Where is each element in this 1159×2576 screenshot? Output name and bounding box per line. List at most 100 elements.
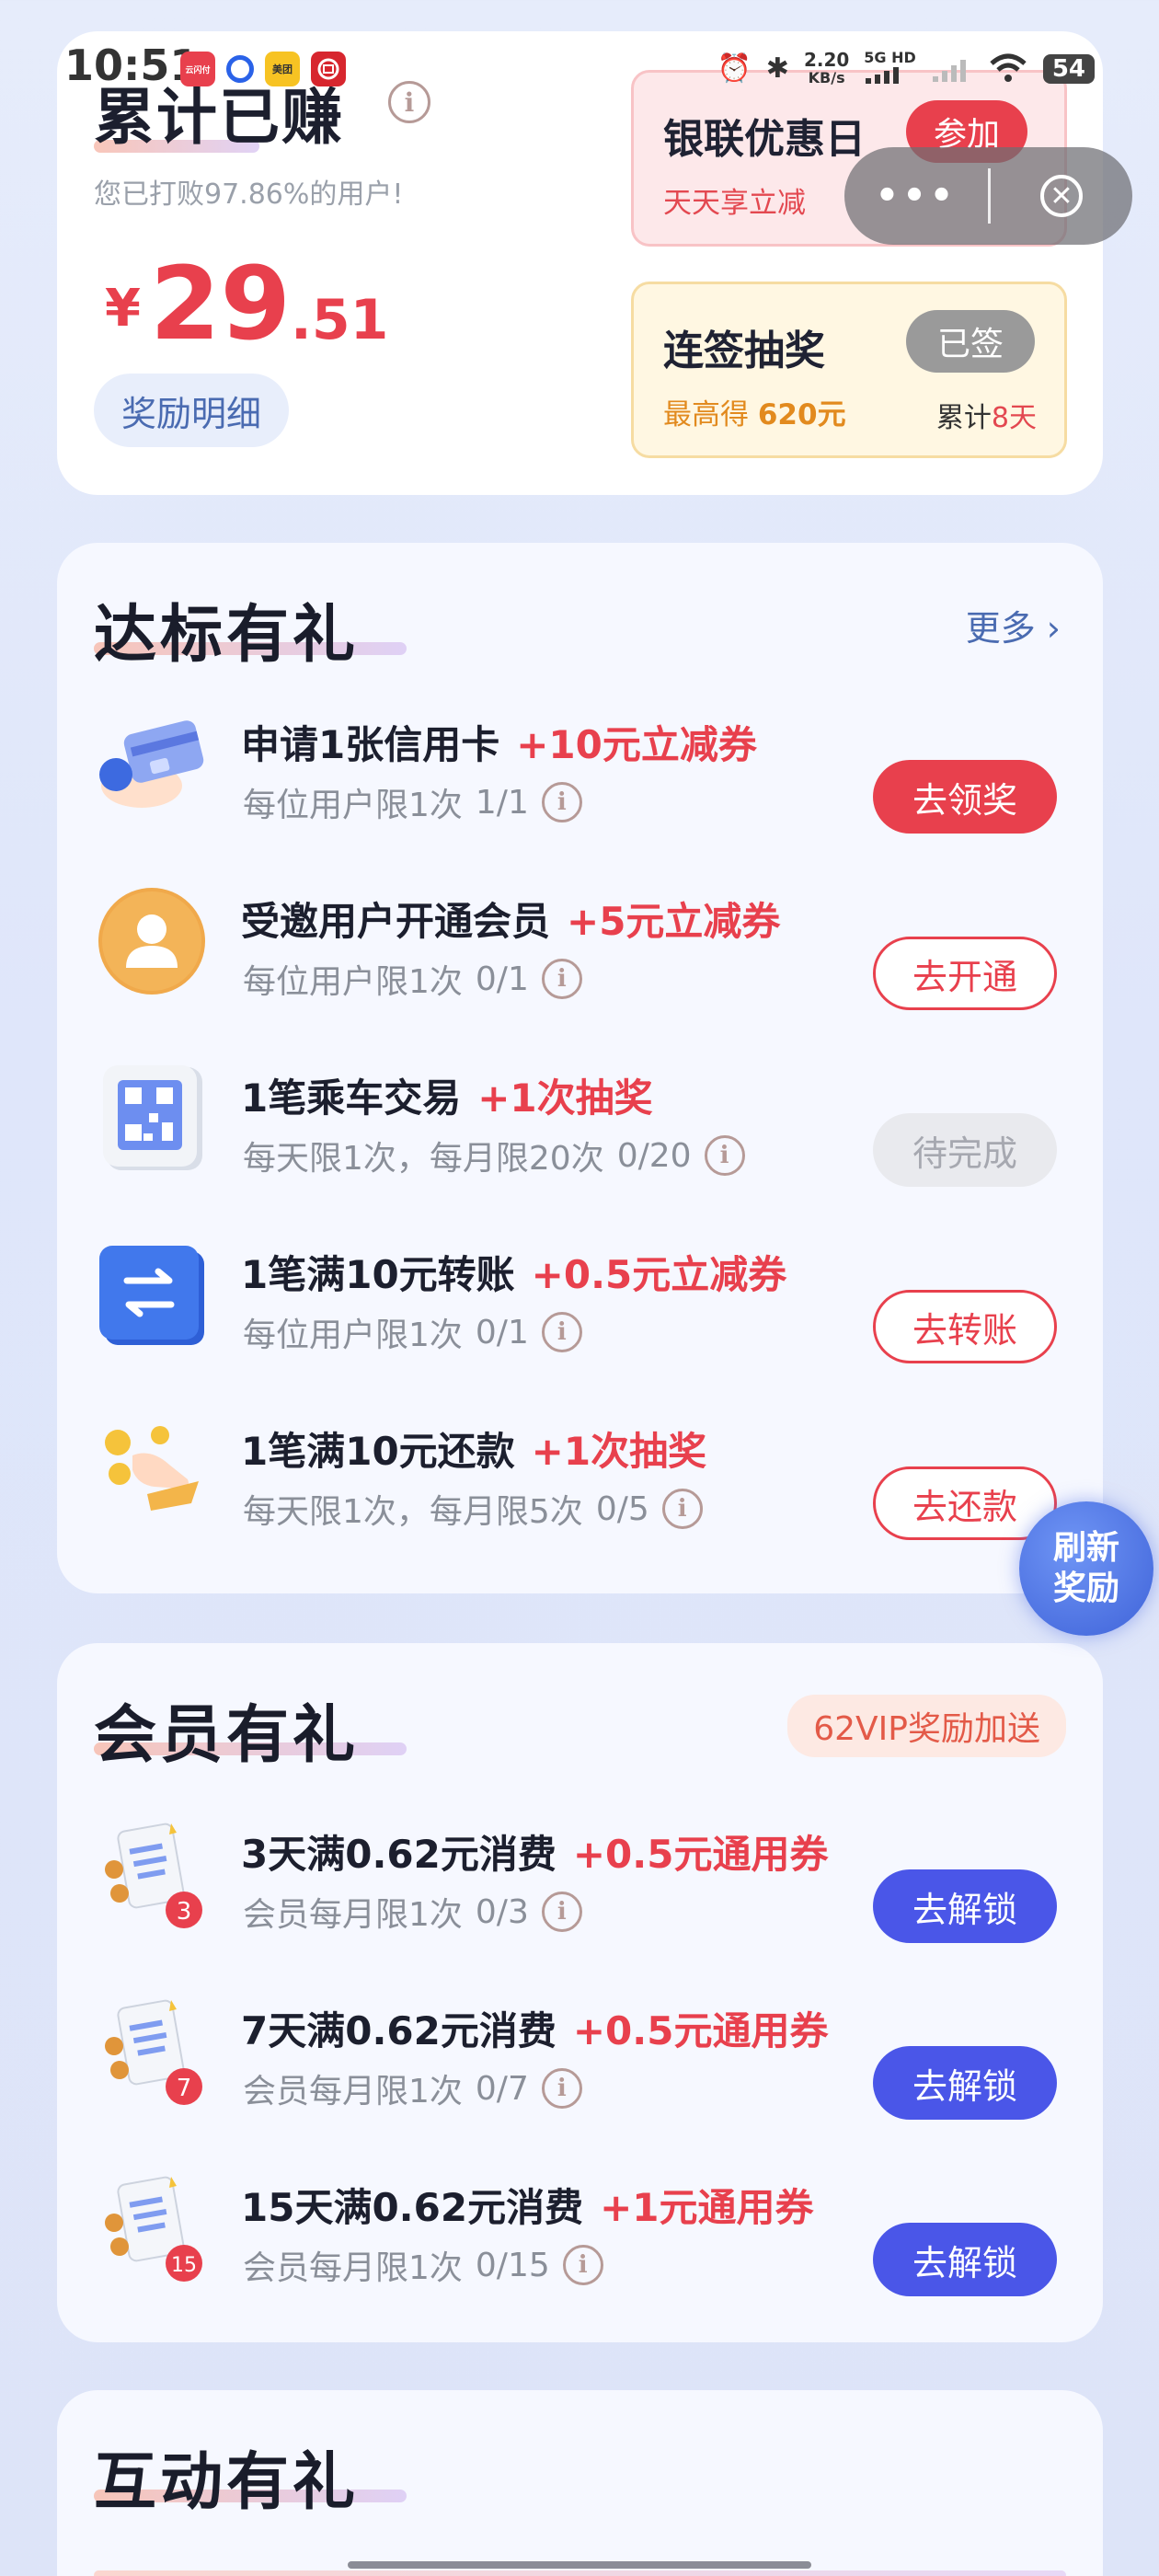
progress-text: 0/1 [475, 1313, 529, 1351]
receipt-coin-icon: 3 [96, 1818, 208, 1930]
max-prize-value: 620元 [757, 398, 846, 431]
info-icon[interactable]: i [541, 782, 582, 822]
pending-button: 待完成 [873, 1113, 1057, 1187]
limit-text: 每位用户限1次 [243, 1317, 463, 1354]
task-limit: 每位用户限1次 0/1 i [243, 955, 582, 1003]
amount-integer: 29 [149, 245, 292, 362]
cumulative-value: 8天 [991, 402, 1037, 434]
task-limit: 每天限1次，每月限5次 0/5 i [243, 1485, 703, 1533]
task-row: 15 15天满0.62元消费 +1元通用券 会员每月限1次 0/15 i 去解锁 [57, 2134, 1103, 2300]
more-label: 更多 [965, 608, 1036, 649]
task-title: 7天满0.62元消费 +0.5元通用券 [241, 2000, 828, 2056]
day-badge: 7 [177, 2075, 192, 2102]
info-icon[interactable]: i [541, 1892, 582, 1932]
task-row: 1笔满10元转账 +0.5元立减券 每位用户限1次 0/1 i 去转账 [57, 1202, 1103, 1367]
task-title: 申请1张信用卡 +10元立减券 [241, 714, 757, 770]
task-limit: 每位用户限1次 1/1 i [243, 778, 582, 826]
home-indicator[interactable] [348, 2561, 811, 2569]
task-name: 7天满0.62元消费 [241, 2008, 557, 2053]
task-reward: +1次抽奖 [477, 1075, 653, 1121]
limit-text: 会员每月限1次 [243, 2073, 463, 2110]
earnings-info-icon[interactable]: i [388, 81, 430, 123]
task-row: 1笔乘车交易 +1次抽奖 每天限1次，每月限20次 0/20 i 待完成 [57, 1025, 1103, 1190]
limit-text: 每位用户限1次 [243, 787, 463, 824]
unlock-button[interactable]: 去解锁 [873, 1869, 1057, 1943]
beat-percentage-text: 您已打败97.86%的用户! [94, 178, 404, 211]
task-title: 1笔乘车交易 +1次抽奖 [241, 1067, 653, 1123]
hand-coins-icon [96, 1415, 208, 1527]
interaction-rewards-section: 互动有礼 [57, 2390, 1103, 2576]
task-name: 1笔满10元转账 [241, 1252, 515, 1297]
task-name: 受邀用户开通会员 [241, 899, 551, 944]
claim-reward-button[interactable]: 去领奖 [873, 760, 1057, 834]
task-row: 1笔满10元还款 +1次抽奖 每天限1次，每月限5次 0/5 i 去还款 [57, 1378, 1103, 1544]
task-title: 受邀用户开通会员 +5元立减券 [241, 891, 780, 947]
refresh-rewards-button[interactable]: 刷新 奖励 [1019, 1501, 1153, 1636]
close-button[interactable]: ✕ [991, 175, 1132, 217]
earned-amount: ¥29.51 [105, 245, 388, 362]
section-title: 达标有礼 [94, 599, 360, 672]
task-row: 申请1张信用卡 +10元立减券 每位用户限1次 1/1 i 去领奖 [57, 672, 1103, 837]
currency-symbol: ¥ [105, 279, 141, 339]
task-title: 15天满0.62元消费 +1元通用券 [241, 2177, 814, 2233]
task-name: 1笔满10元还款 [241, 1429, 515, 1474]
info-icon[interactable]: i [541, 1312, 582, 1352]
unlock-button[interactable]: 去解锁 [873, 2046, 1057, 2120]
limit-text: 每天限1次，每月限5次 [243, 1493, 583, 1531]
qr-code-icon [96, 1062, 208, 1174]
task-title: 1笔满10元转账 +0.5元立减券 [241, 1244, 786, 1300]
limit-text: 每位用户限1次 [243, 963, 463, 1001]
amount-decimal: .51 [291, 288, 389, 352]
target-rewards-section: 达标有礼 更多 › 申请1张信用卡 +10元立减券 每位用户限1次 1/1 i 去领奖… [57, 543, 1103, 1593]
more-dots-icon[interactable]: ••• [844, 175, 988, 217]
more-link[interactable]: 更多 › [966, 600, 1061, 650]
task-limit: 每天限1次，每月限20次 0/20 i [243, 1132, 745, 1179]
reward-detail-button[interactable]: 奖励明细 [94, 374, 290, 447]
task-row: 3 3天满0.62元消费 +0.5元通用券 会员每月限1次 0/3 i 去解锁 [57, 1781, 1103, 1947]
promo-title: 连签抽奖 [663, 328, 825, 374]
info-icon[interactable]: i [704, 1135, 745, 1176]
progress-text: 0/15 [475, 2246, 550, 2284]
task-limit: 每位用户限1次 0/1 i [243, 1308, 582, 1356]
refresh-label-1: 刷新 [1052, 1529, 1119, 1567]
progress-text: 0/1 [475, 960, 529, 998]
info-icon[interactable]: i [562, 2245, 603, 2285]
progress-text: 0/7 [475, 2069, 529, 2108]
refresh-label-2: 奖励 [1052, 1570, 1119, 1607]
max-prize-label: 最高得 [663, 398, 749, 431]
progress-text: 0/5 [595, 1489, 649, 1528]
chevron-right-icon: › [1046, 608, 1061, 649]
task-title: 3天满0.62元消费 +0.5元通用券 [241, 1823, 828, 1880]
task-reward: +0.5元立减券 [531, 1252, 787, 1297]
task-reward: +0.5元通用券 [572, 2008, 829, 2053]
close-circle-icon: ✕ [1040, 175, 1083, 217]
task-name: 申请1张信用卡 [241, 722, 500, 767]
task-limit: 会员每月限1次 0/3 i [243, 1888, 582, 1936]
task-reward: +1次抽奖 [531, 1429, 707, 1474]
credit-card-icon [96, 708, 208, 821]
section-title: 会员有礼 [94, 1699, 360, 1772]
task-reward: +10元立减券 [516, 722, 757, 767]
transfer-button[interactable]: 去转账 [873, 1290, 1057, 1363]
task-limit: 会员每月限1次 0/7 i [243, 2064, 582, 2112]
task-reward: +5元立减券 [567, 899, 781, 944]
member-rewards-section: 会员有礼 62VIP奖励加送 3 3天满0.62元消费 +0.5元通用券 会员每月… [57, 1643, 1103, 2342]
task-reward: +0.5元通用券 [572, 1832, 829, 1877]
signed-button[interactable]: 已签 [906, 310, 1036, 373]
cumulative-days: 累计8天 [936, 395, 1037, 435]
receipt-coin-icon: 7 [96, 1995, 208, 2107]
info-icon[interactable]: i [541, 959, 582, 999]
task-reward: +1元通用券 [600, 2185, 814, 2230]
info-icon[interactable]: i [661, 1489, 703, 1529]
task-title: 1笔满10元还款 +1次抽奖 [241, 1420, 706, 1477]
mini-program-capsule: ••• ✕ [844, 147, 1132, 245]
sign-in-lottery-promo[interactable]: 连签抽奖 已签 最高得 620元 累计8天 [631, 282, 1067, 458]
activate-membership-button[interactable]: 去开通 [873, 937, 1057, 1010]
cumulative-label: 累计 [935, 402, 992, 434]
section-title: 互动有礼 [94, 2446, 360, 2519]
task-name: 15天满0.62元消费 [241, 2185, 584, 2230]
progress-text: 0/3 [475, 1892, 529, 1931]
transfer-arrows-icon [96, 1238, 208, 1351]
unlock-button[interactable]: 去解锁 [873, 2223, 1057, 2296]
info-icon[interactable]: i [541, 2068, 582, 2109]
